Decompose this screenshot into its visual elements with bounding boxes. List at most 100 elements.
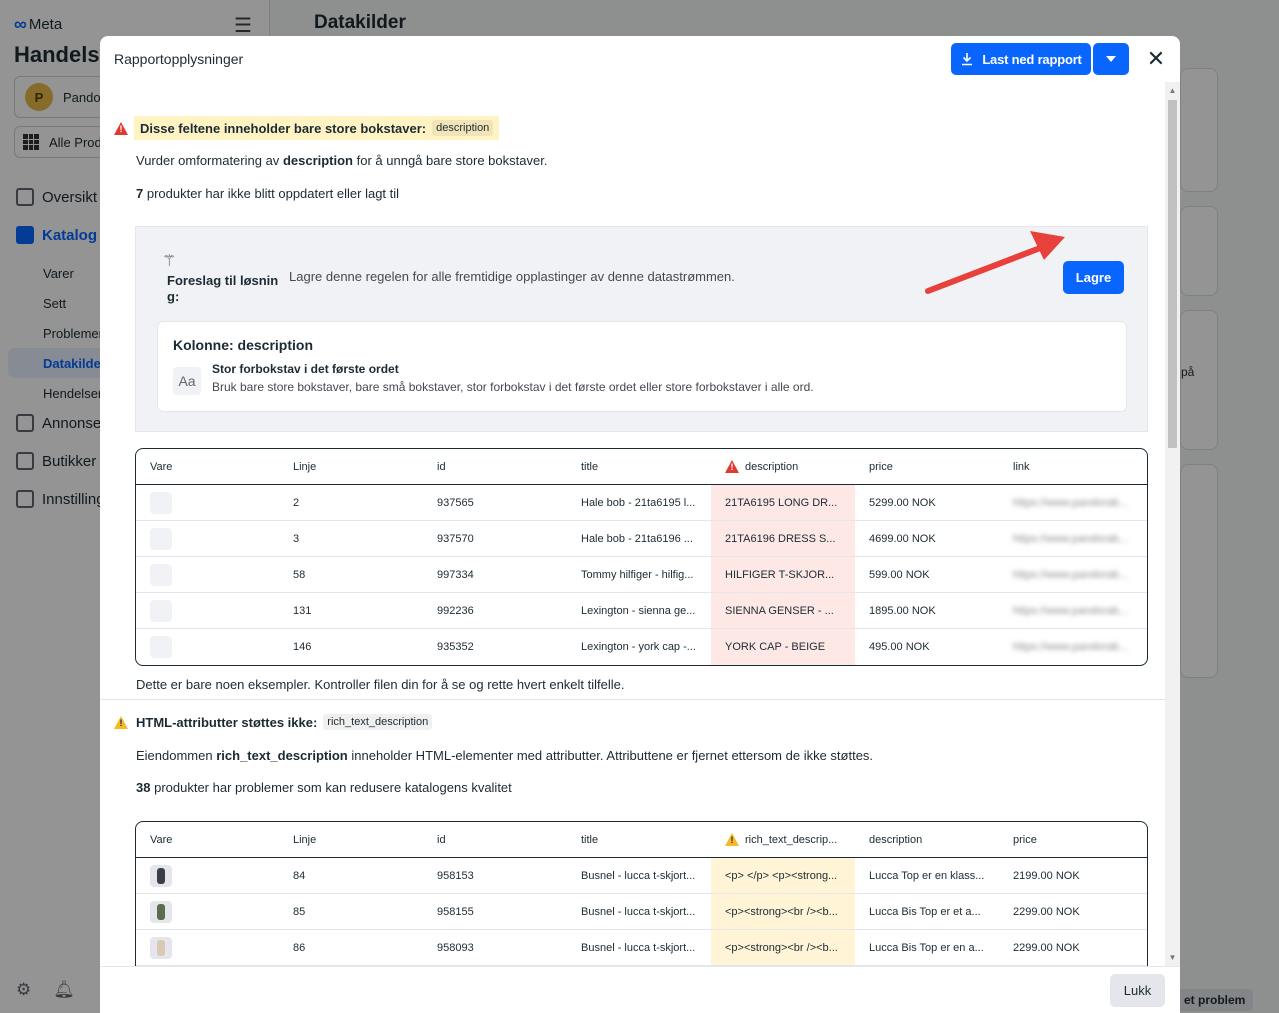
table-row[interactable]: 3 937570 Hale bob - 21ta6196 ... 21TA6196 D… [136,521,1147,557]
cell-value[interactable]: https://www.pandorab... [1013,497,1128,509]
cell-title: Lexington - york cap -... [567,629,711,665]
column-header[interactable]: link [999,449,1143,484]
cell-value: 4699.00 NOK [869,532,936,545]
column-header-label: description [745,460,799,473]
cell-link: https://www.pandorab... [999,521,1143,556]
column-header[interactable]: title [567,822,711,857]
column-header-label: id [437,833,446,846]
cell-linje: 86 [279,930,423,965]
column-header[interactable]: description [855,822,999,857]
cell-id: 992236 [423,593,567,628]
cell-value: 958093 [437,941,474,954]
cell-value: 5299.00 NOK [869,496,936,509]
cell-title: Hale bob - 21ta6196 ... [567,521,711,556]
column-header[interactable]: Vare [136,822,279,857]
field-chip: description [432,120,494,136]
column-header[interactable]: price [999,822,1143,857]
chevron-down-icon [1106,56,1116,62]
column-header[interactable]: price [855,449,999,484]
cell-value: 958153 [437,869,474,882]
cell-value: 3 [293,532,300,545]
cell-value: 599.00 NOK [869,568,930,581]
cell-linje: 84 [279,858,423,893]
rule-description: Bruk bare store bokstaver, bare små boks… [212,380,814,394]
cell-value[interactable]: https://www.pandorab... [1013,569,1128,581]
table-row[interactable]: 2 937565 Hale bob - 21ta6195 l... 21TA6195 … [136,485,1147,521]
cell-description: Lucca Bis Top er et a... [855,894,999,929]
column-header[interactable]: ! rich_text_descrip... [711,822,855,857]
product-thumbnail-cell [136,593,279,628]
cell-value: HILFIGER T-SKJOR... [725,568,835,581]
cell-value[interactable]: https://www.pandorab... [1013,605,1128,617]
html-examples-table: Vare Linje id title! rich_text_descrip... des… [135,821,1148,966]
cell-description: HILFIGER T-SKJOR... [711,557,855,592]
column-header-label: Vare [150,833,173,846]
download-options-button[interactable] [1093,43,1129,75]
table-row[interactable]: 85 958155 Busnel - lucca t-skjort... <p><st… [136,894,1147,930]
table-row[interactable]: 84 958153 Busnel - lucca t-skjort... <p> </… [136,858,1147,894]
column-header-label: Vare [150,460,173,473]
issue-uppercase-title: Disse feltene inneholder bare store boks… [140,120,427,136]
scroll-up-icon[interactable]: ▲ [1165,86,1180,95]
column-header-label: link [1013,460,1030,473]
scrollbar-thumb[interactable] [1168,100,1177,448]
cell-value: 1895.00 NOK [869,604,936,617]
product-thumbnail [150,636,172,658]
issue-html-banner: HTML-attributter støttes ikke: rich_text… [134,710,434,734]
product-thumbnail-cell [136,557,279,592]
table-header-row: Vare Linje id title! rich_text_descrip... des… [136,822,1147,858]
close-icon[interactable]: ✕ [1143,46,1169,72]
table-row[interactable]: 146 935352 Lexington - york cap -... YORK C… [136,629,1147,665]
column-header[interactable]: title [567,449,711,484]
cell-value[interactable]: https://www.pandorab... [1013,641,1128,653]
cell-description: 21TA6195 LONG DR... [711,485,855,520]
column-header[interactable]: Vare [136,449,279,484]
column-header[interactable]: id [423,449,567,484]
column-header-label: rich_text_descrip... [745,833,838,846]
cell-value: 21TA6196 DRESS S... [725,532,836,545]
cell-link: https://www.pandorab... [999,629,1143,665]
scroll-down-icon[interactable]: ▼ [1165,953,1180,962]
cell-price: 5299.00 NOK [855,485,999,520]
cell-value[interactable]: https://www.pandorab... [1013,533,1128,545]
column-header-label: price [1013,833,1037,846]
rule-column: Kolonne: description [173,337,313,353]
issue-uppercase-count: 7 produkter har ikke blitt oppdatert ell… [136,186,400,201]
modal-scrollbar[interactable]: ▲ ▼ [1165,82,1180,966]
cell-value: Lexington - york cap -... [581,641,696,653]
column-header[interactable]: Linje [279,449,423,484]
cell-value: Busnel - lucca t-skjort... [581,869,696,882]
save-rule-button[interactable]: Lagre [1063,261,1124,294]
column-header[interactable]: id [423,822,567,857]
column-header[interactable]: ! description [711,449,855,484]
cell-value: 86 [293,941,306,954]
table-row[interactable]: 58 997334 Tommy hilfiger - hilfig... HILFIG… [136,557,1147,593]
cell-title: Lexington - sienna ge... [567,593,711,628]
close-button[interactable]: Lukk [1110,974,1165,1007]
cell-value: <p><strong><br /><b... [725,905,838,918]
table-row[interactable]: 86 958093 Busnel - lucca t-skjort... <p><st… [136,930,1147,966]
suggestion-text: Lagre denne regelen for alle fremtidige … [289,269,735,284]
cell-id: 935352 [423,629,567,665]
download-report-button[interactable]: Last ned rapport [951,43,1091,75]
cell-description: 21TA6196 DRESS S... [711,521,855,556]
cell-value: 992236 [437,604,474,617]
cell-price: 2299.00 NOK [999,894,1143,929]
cell-value: 935352 [437,641,474,653]
cell-value: 997334 [437,568,474,581]
cell-value: 2 [293,496,300,509]
report-details-modal: Rapportopplysninger Last ned rapport ✕ !… [100,36,1180,1013]
rule-name: Stor forbokstav i det første ordet [212,362,399,376]
rule-card: Kolonne: description Aa Stor forbokstav … [157,321,1127,412]
product-thumbnail [150,864,172,887]
product-thumbnail-cell [136,629,279,665]
cell-rich: <p> </p> <p><strong... [711,858,855,893]
cell-value: Hale bob - 21ta6196 ... [581,532,693,545]
cell-id: 937570 [423,521,567,556]
cell-description: Lucca Top er en klass... [855,858,999,893]
column-header[interactable]: Linje [279,822,423,857]
table-row[interactable]: 131 992236 Lexington - sienna ge... SIENNA … [136,593,1147,629]
cell-id: 958093 [423,930,567,965]
cell-value: SIENNA GENSER - ... [725,604,834,617]
issue-uppercase-description: Vurder omformatering av description for … [136,153,548,168]
